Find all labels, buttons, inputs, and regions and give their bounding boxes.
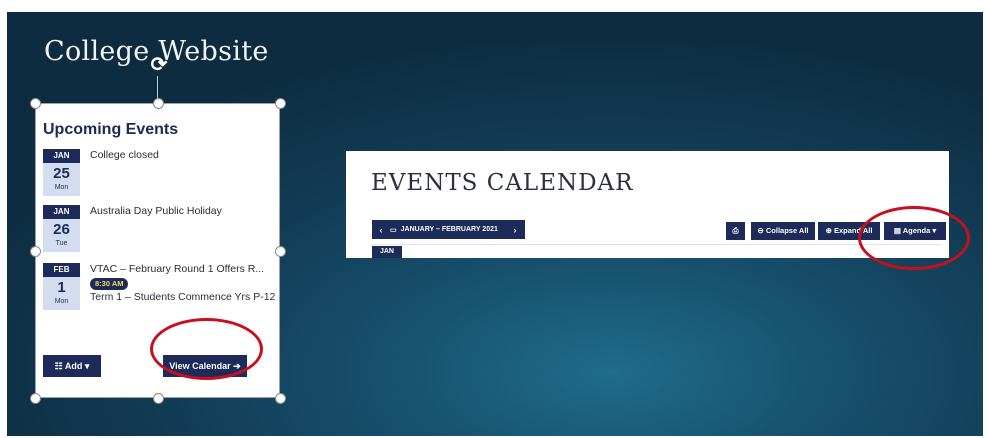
event-item[interactable]: JAN 26 Tue Australia Day Public Holiday: [43, 205, 273, 253]
event-weekday: Tue: [55, 240, 68, 247]
calendar-row-month: JAN: [372, 246, 402, 258]
event-day: 26: [53, 221, 70, 238]
event-weekday: Mon: [54, 298, 69, 305]
date-range[interactable]: JANUARY – FEBRUARY 2021: [397, 226, 505, 233]
caret-down-icon: ▾: [84, 361, 90, 371]
resize-handle[interactable]: [275, 98, 286, 109]
rotate-handle-icon[interactable]: ⟳: [148, 54, 170, 76]
event-item[interactable]: JAN 25 Mon College closed: [43, 149, 273, 197]
highlight-circle-agenda: [858, 206, 970, 270]
event-month: JAN: [43, 205, 80, 219]
print-button[interactable]: ⎙: [726, 222, 745, 240]
date-block: FEB 1 Mon: [43, 263, 80, 310]
chevron-right-icon[interactable]: ›: [505, 225, 525, 235]
event-title-secondary: Term 1 – Students Commence Yrs P-12: [90, 291, 276, 303]
event-title-block[interactable]: VTAC – February Round 1 Offers R... 8:30…: [90, 263, 280, 304]
event-title[interactable]: Australia Day Public Holiday: [90, 205, 280, 218]
add-button[interactable]: ☷ Add ▾: [43, 355, 101, 377]
calendar-date-navigation[interactable]: ‹ ▭ JANUARY – FEBRUARY 2021 ›: [372, 220, 525, 239]
event-weekday: Mon: [54, 184, 69, 191]
event-day: 1: [57, 279, 66, 296]
event-day: 25: [53, 165, 70, 182]
highlight-circle-view-calendar: [150, 318, 263, 380]
calendar-icon: ▭: [390, 226, 397, 234]
event-month: JAN: [43, 149, 80, 163]
minus-circle-icon: ⊖: [757, 226, 764, 235]
resize-handle[interactable]: [275, 246, 286, 257]
resize-handle[interactable]: [30, 393, 41, 404]
resize-handle[interactable]: [153, 98, 164, 109]
presentation-slide: College Website ⟳ Upcoming Events JAN 25…: [7, 12, 983, 436]
resize-handle[interactable]: [275, 393, 286, 404]
event-title: VTAC – February Round 1 Offers R...: [90, 263, 265, 275]
rss-icon: ☷: [54, 361, 63, 371]
divider: [372, 244, 942, 245]
event-title[interactable]: College closed: [90, 149, 280, 162]
resize-handle[interactable]: [153, 393, 164, 404]
event-time-badge: 8:30 AM: [90, 278, 129, 290]
printer-icon: ⎙: [732, 226, 739, 235]
collapse-all-label: Collapse All: [765, 226, 809, 235]
event-month: FEB: [43, 263, 80, 277]
plus-circle-icon: ⊕: [825, 226, 832, 235]
date-block: JAN 25 Mon: [43, 149, 80, 196]
date-block: JAN 26 Tue: [43, 205, 80, 252]
chevron-left-icon[interactable]: ‹: [372, 225, 390, 235]
widget-title: Upcoming Events: [43, 121, 179, 138]
collapse-all-button[interactable]: ⊖ Collapse All: [751, 222, 815, 240]
resize-handle[interactable]: [30, 98, 41, 109]
resize-handle[interactable]: [30, 246, 41, 257]
calendar-title: EVENTS CALENDAR: [371, 170, 634, 196]
add-button-label: Add: [64, 361, 83, 371]
